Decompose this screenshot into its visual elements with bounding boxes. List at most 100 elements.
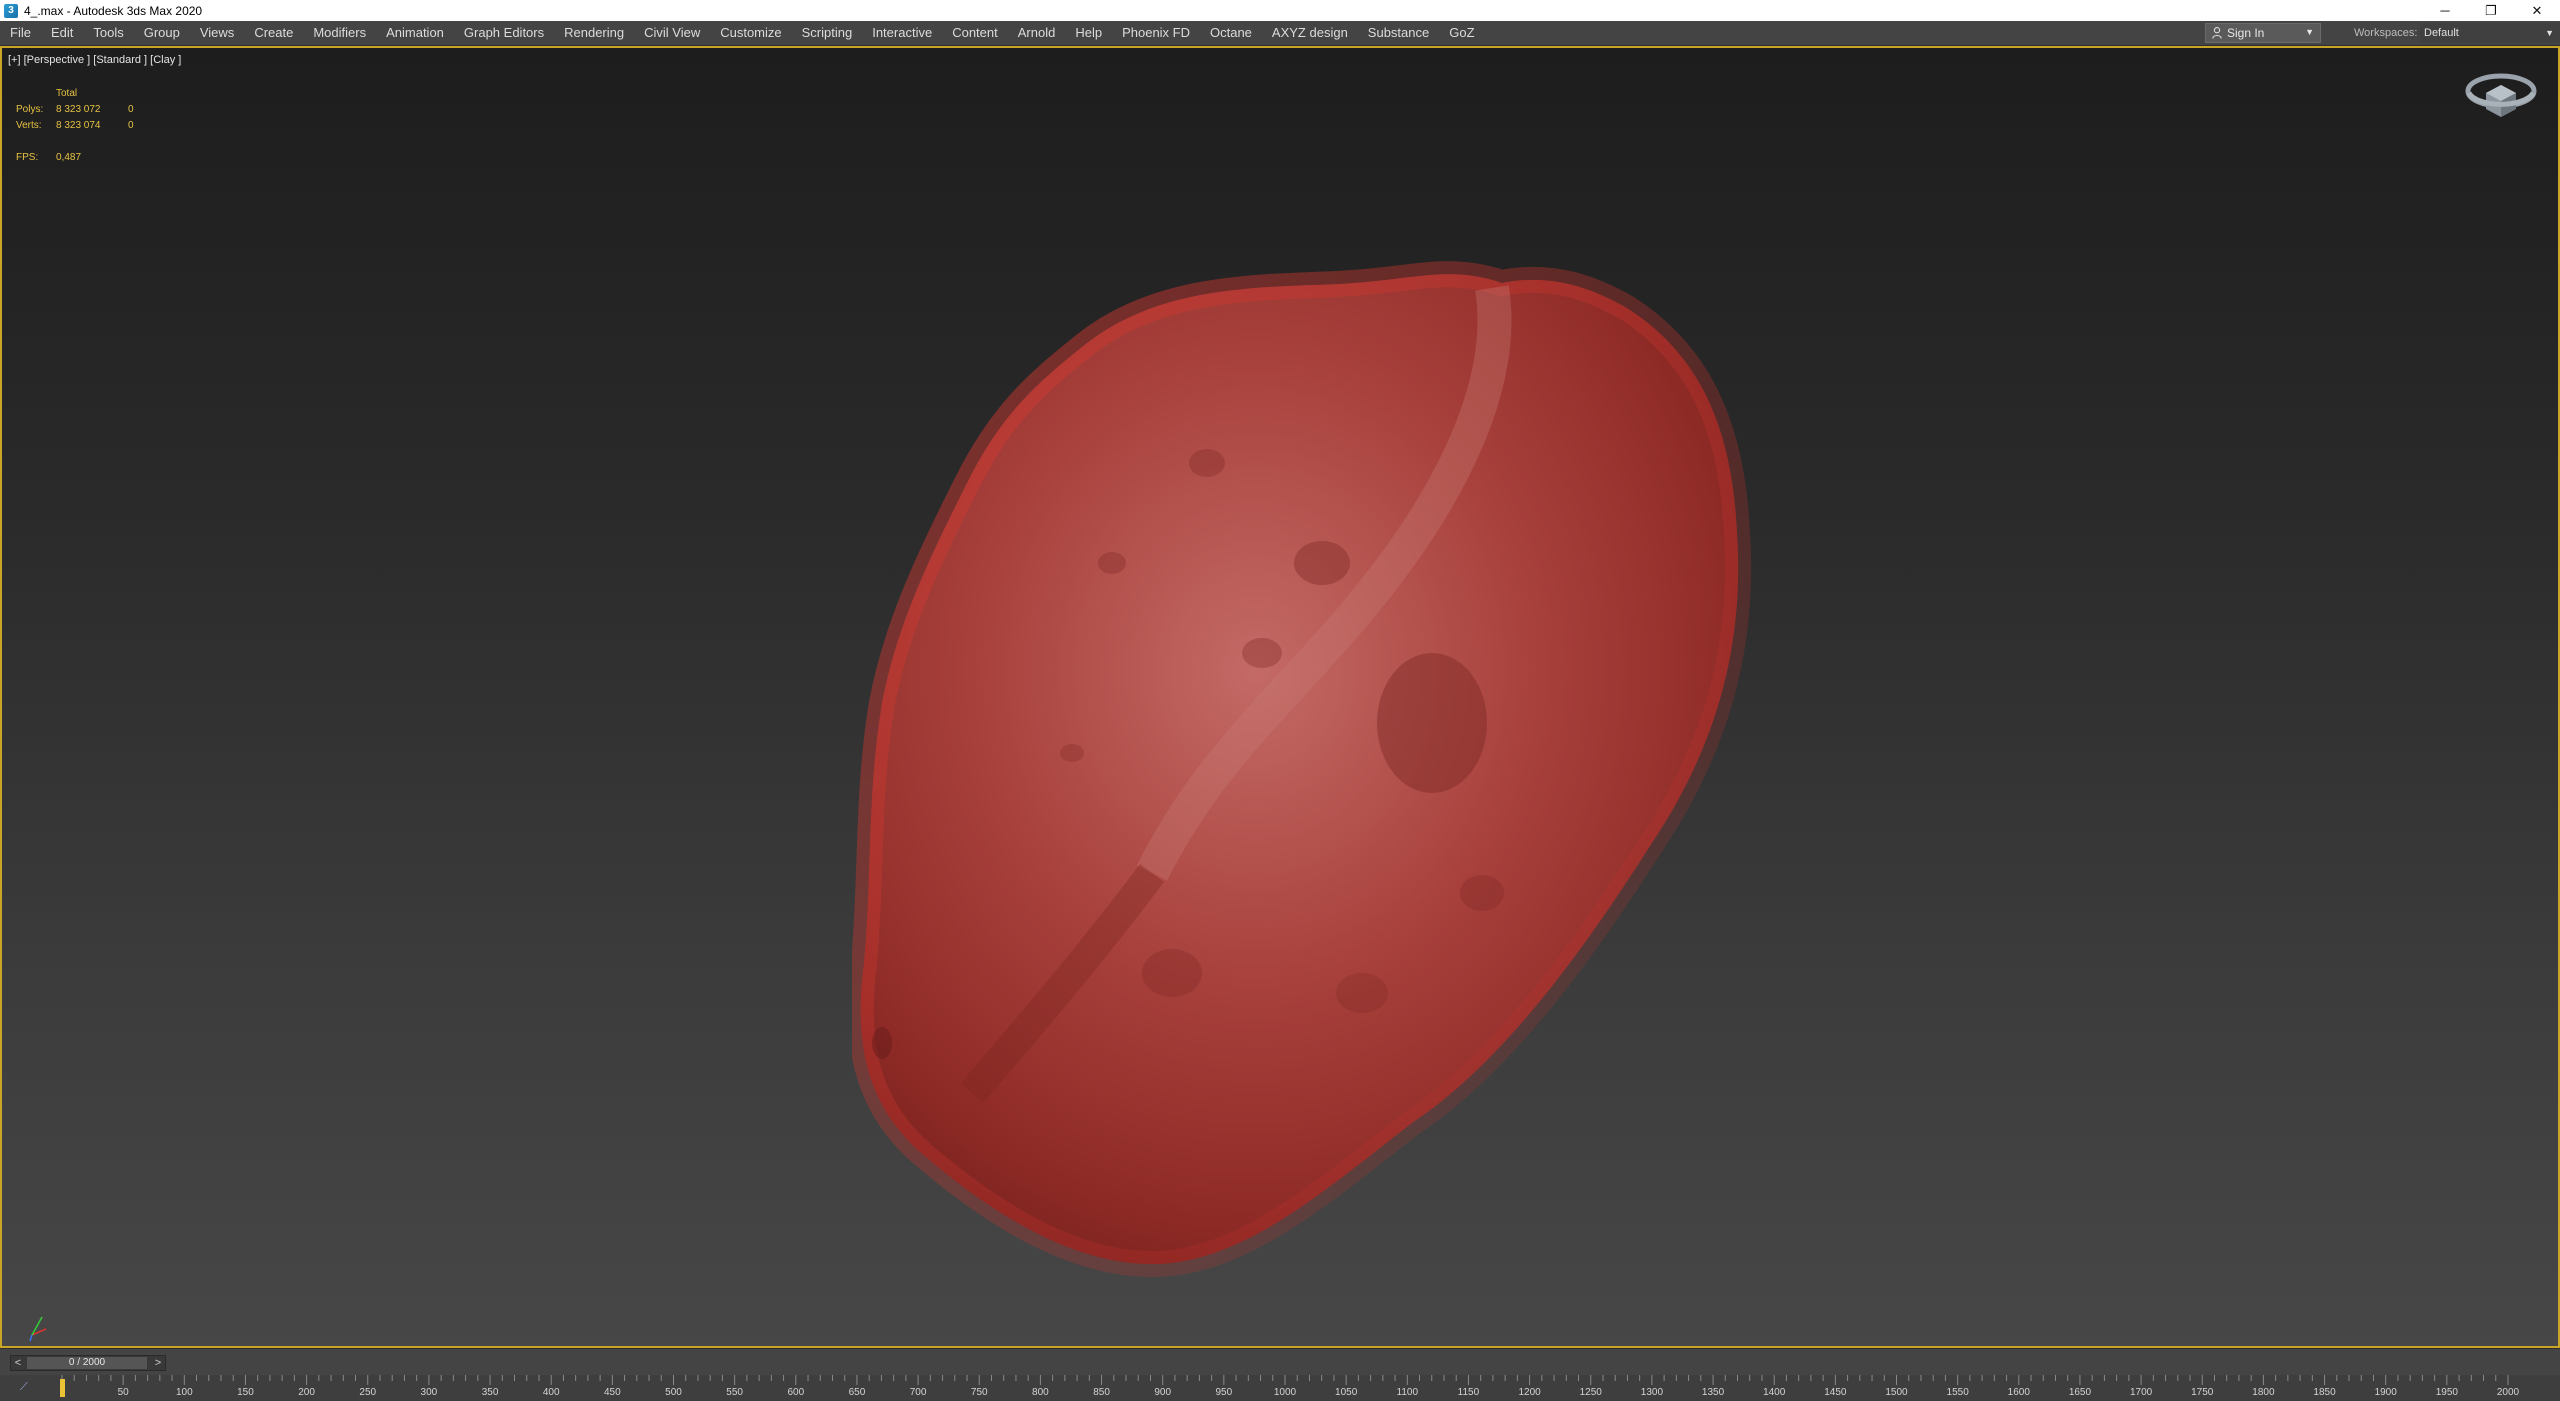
tick-label: 1650	[2068, 1387, 2092, 1398]
minimize-button[interactable]: ─	[2422, 0, 2468, 21]
viewport-label[interactable]: [+] [Perspective ] [Standard ] [Clay ]	[8, 54, 181, 66]
tick-label: 550	[726, 1387, 743, 1398]
menu-goz[interactable]: GoZ	[1439, 21, 1484, 45]
restore-button[interactable]: ❐	[2468, 0, 2514, 21]
tick-label: 1250	[1579, 1387, 1602, 1398]
verts-selected: 0	[128, 120, 134, 131]
next-frame-button[interactable]: >	[151, 1356, 165, 1370]
statistics-overlay: Total Polys: 8 323 072 0 Verts: 8 323 074 0 …	[16, 86, 134, 166]
time-marker[interactable]	[60, 1379, 65, 1397]
tick-label: 1800	[2252, 1387, 2275, 1398]
tick-label: 750	[970, 1387, 988, 1398]
stats-header: Total	[56, 88, 78, 99]
menu-group[interactable]: Group	[134, 21, 190, 45]
tick-label: 50	[117, 1387, 129, 1398]
workspaces-value: Default	[2424, 27, 2459, 39]
tick-label: 500	[665, 1387, 682, 1398]
menu-file[interactable]: File	[0, 21, 41, 45]
tick-label: 1850	[2313, 1387, 2336, 1398]
axis-tripod-icon	[29, 1316, 47, 1342]
viewcube-icon[interactable]	[2464, 63, 2538, 127]
tick-label: 1750	[2191, 1387, 2214, 1398]
tick-label: 1300	[1640, 1387, 1664, 1398]
polys-label: Polys:	[16, 104, 44, 115]
menu-tools[interactable]: Tools	[83, 21, 133, 45]
menu-substance[interactable]: Substance	[1358, 21, 1439, 45]
tick-label: 250	[359, 1387, 377, 1398]
verts-label: Verts:	[16, 120, 42, 131]
tick-label: 350	[481, 1387, 499, 1398]
time-slider[interactable]: < 0 / 2000 >	[10, 1355, 166, 1371]
menu-animation[interactable]: Animation	[376, 21, 454, 45]
tick-label: 150	[237, 1387, 254, 1398]
tick-label: 1600	[2007, 1387, 2030, 1398]
curve-editor-icon[interactable]: ⟋	[20, 1381, 28, 1394]
time-slider-thumb[interactable]: 0 / 2000	[27, 1357, 147, 1369]
polys-value: 8 323 072	[56, 104, 101, 115]
tick-label: 1150	[1457, 1387, 1480, 1398]
tick-label: 1900	[2374, 1387, 2397, 1398]
window-title: 4_.max - Autodesk 3ds Max 2020	[24, 3, 203, 18]
tick-label: 600	[787, 1387, 805, 1398]
menu-rendering[interactable]: Rendering	[554, 21, 634, 45]
verts-value: 8 323 074	[56, 120, 101, 131]
menu-axyz-design[interactable]: AXYZ design	[1262, 21, 1358, 45]
sign-in-label: Sign In	[2227, 26, 2265, 40]
fps-value: 0,487	[56, 152, 82, 163]
menu-content[interactable]: Content	[942, 21, 1008, 45]
tick-label: 1350	[1701, 1387, 1725, 1398]
menu-modifiers[interactable]: Modifiers	[303, 21, 376, 45]
tick-label: 800	[1032, 1387, 1049, 1398]
tick-label: 1050	[1335, 1387, 1358, 1398]
menu-customize[interactable]: Customize	[710, 21, 791, 45]
tick-label: 1400	[1763, 1387, 1786, 1398]
polys-selected: 0	[128, 104, 134, 115]
menu-views[interactable]: Views	[190, 21, 244, 45]
tick-label: 900	[1154, 1387, 1172, 1398]
tick-label: 850	[1093, 1387, 1110, 1398]
tick-label: 650	[848, 1387, 866, 1398]
tick-label: 300	[420, 1387, 438, 1398]
chevron-down-icon: ▼	[2545, 28, 2554, 38]
menu-edit[interactable]: Edit	[41, 21, 83, 45]
tick-label: 400	[542, 1387, 560, 1398]
fps-label: FPS:	[16, 152, 39, 163]
tick-label: 1700	[2129, 1387, 2153, 1398]
track-bar[interactable]: ⟋ 50 100 150 200 250 300 350 400 450 500 550 600 650…	[0, 1375, 2560, 1401]
tick-label: 200	[298, 1387, 315, 1398]
user-icon	[2212, 27, 2222, 39]
perspective-viewport[interactable]: [+] [Perspective ] [Standard ] [Clay ] T…	[0, 46, 2560, 1348]
menu-graph-editors[interactable]: Graph Editors	[454, 21, 554, 45]
menu-bar: File Edit Tools Group Views Create Modif…	[0, 21, 2560, 46]
tick-label: 1000	[1273, 1387, 1297, 1398]
tick-label: 450	[604, 1387, 621, 1398]
menu-help[interactable]: Help	[1065, 21, 1112, 45]
tick-label: 1450	[1824, 1387, 1847, 1398]
menu-arnold[interactable]: Arnold	[1008, 21, 1066, 45]
window-controls: ─ ❐ ✕	[2422, 0, 2560, 21]
menu-civil-view[interactable]: Civil View	[634, 21, 710, 45]
tick-label: 1950	[2435, 1387, 2458, 1398]
chevron-down-icon: ▼	[2305, 27, 2314, 37]
tick-label: 1550	[1946, 1387, 1969, 1398]
tick-label: 100	[175, 1387, 193, 1398]
tick-label: 1500	[1885, 1387, 1908, 1398]
tick-label: 700	[909, 1387, 927, 1398]
tick-label: 1200	[1518, 1387, 1541, 1398]
rock-mesh[interactable]	[852, 233, 1752, 1333]
tick-label: 1100	[1396, 1387, 1419, 1398]
menu-octane[interactable]: Octane	[1200, 21, 1262, 45]
prev-frame-button[interactable]: <	[11, 1356, 25, 1370]
menu-scripting[interactable]: Scripting	[792, 21, 863, 45]
workspaces-select[interactable]: Default ▼	[2420, 23, 2560, 43]
close-button[interactable]: ✕	[2514, 0, 2560, 21]
app-icon[interactable]: 3	[4, 3, 18, 18]
timeline-panel: < 0 / 2000 > ⟋ 50 100 150 200 250 300 350 400 45…	[0, 1348, 2560, 1401]
sign-in-dropdown[interactable]: Sign In ▼	[2205, 23, 2321, 43]
menu-phoenix-fd[interactable]: Phoenix FD	[1112, 21, 1200, 45]
menu-create[interactable]: Create	[244, 21, 303, 45]
tick-label: 950	[1215, 1387, 1233, 1398]
title-bar: 3 4_.max - Autodesk 3ds Max 2020 ─ ❐ ✕	[0, 0, 2560, 21]
menu-interactive[interactable]: Interactive	[862, 21, 942, 45]
tick-label: 2000	[2496, 1387, 2520, 1398]
